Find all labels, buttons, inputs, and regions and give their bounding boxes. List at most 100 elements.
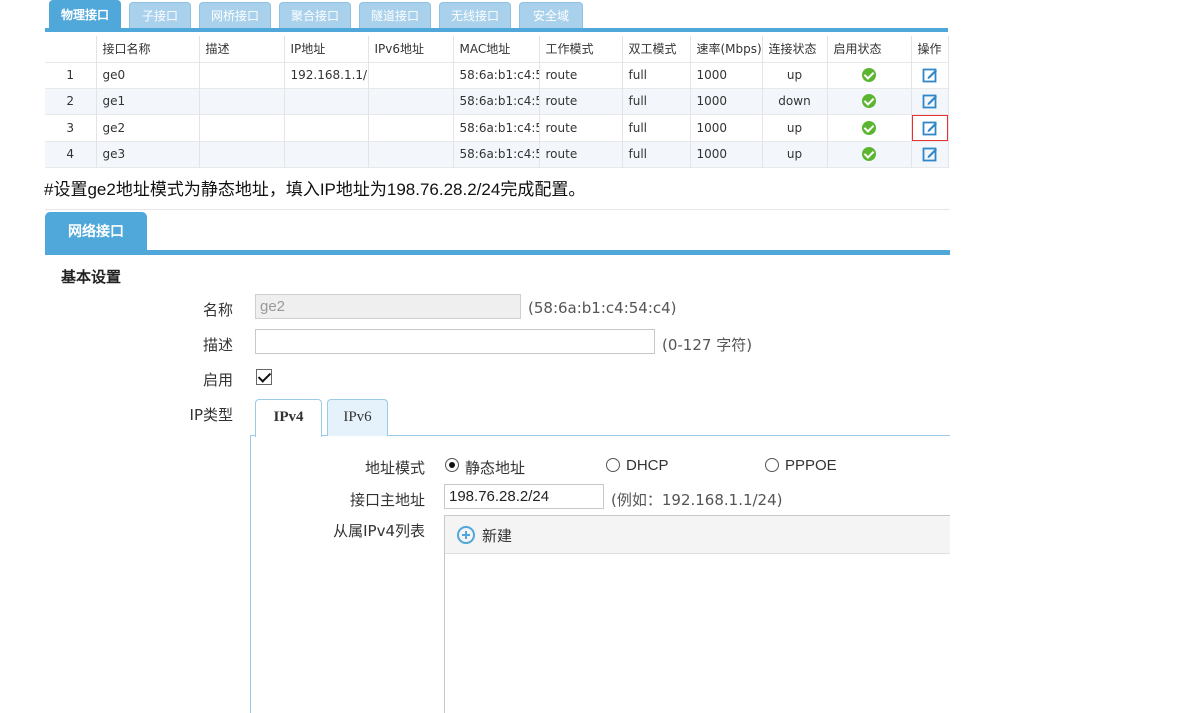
desc-label: 描述 (202, 336, 233, 354)
col-header-name[interactable]: 接口名称 (96, 36, 200, 62)
edit-highlight-box (911, 114, 948, 141)
interface-tabbar: 物理接口 子接口 网桥接口 聚合接口 隧道接口 无线接口 安全域 (45, 0, 948, 32)
mac-hint: (58:6a:b1:c4:54:c4) (528, 299, 677, 317)
tab-network-interface[interactable]: 网络接口 (45, 212, 147, 252)
radio-static[interactable] (445, 458, 459, 472)
row-duplex: full (622, 141, 691, 167)
row-duplex: full (622, 88, 691, 114)
row-ipv6 (368, 88, 454, 114)
edit-icon[interactable] (922, 120, 938, 136)
table-row[interactable]: 2 ge1 58:6a:b1:c4:54 route full 1000 dow… (45, 88, 949, 114)
desc-hint: (0-127 字符) (662, 336, 753, 354)
check-circle-icon (862, 68, 876, 83)
plus-circle-icon[interactable] (457, 526, 475, 544)
row-link: down (762, 88, 828, 114)
row-enabled (827, 114, 912, 141)
col-header-ipv6[interactable]: IPv6地址 (368, 36, 454, 62)
row-enabled (827, 88, 912, 114)
tab-sub-interface[interactable]: 子接口 (129, 2, 191, 28)
row-action (911, 114, 949, 141)
section-title: 基本设置 (61, 268, 122, 286)
primary-addr-field[interactable]: 198.76.28.2/24 (444, 484, 604, 509)
tab-aggregate-interface[interactable]: 聚合接口 (279, 2, 351, 28)
row-link: up (762, 62, 828, 88)
enable-label: 启用 (202, 371, 233, 389)
col-header-action: 操作 (911, 36, 949, 62)
primary-addr-hint: (例如：192.168.1.1/24) (611, 491, 783, 509)
row-enabled (827, 62, 912, 88)
row-name: ge0 (96, 62, 200, 88)
primary-addr-label: 接口主地址 (349, 491, 425, 509)
tab-security-zone[interactable]: 安全域 (519, 2, 583, 28)
tab-physical-interface[interactable]: 物理接口 (49, 0, 121, 28)
row-index: 4 (45, 141, 97, 167)
tab-ipv6[interactable]: IPv6 (327, 399, 388, 436)
iptype-label: IP类型 (189, 406, 233, 424)
secondary-ipv4-list: 新建 (444, 515, 950, 713)
list-toolbar: 新建 (445, 516, 950, 554)
tab-ipv4[interactable]: IPv4 (255, 399, 322, 437)
row-action (911, 88, 949, 114)
table-row[interactable]: 3 ge2 58:6a:b1:c4:54 route full 1000 up (45, 114, 949, 141)
check-circle-icon (862, 94, 876, 109)
new-button[interactable]: 新建 (482, 525, 512, 546)
row-ip: 192.168.1.1/24 (284, 62, 369, 88)
row-mac: 58:6a:b1:c4:54 (453, 114, 540, 141)
col-header-link[interactable]: 连接状态 (762, 36, 828, 62)
col-header-enabled[interactable]: 启用状态 (827, 36, 912, 62)
row-name: ge1 (96, 88, 200, 114)
row-action (911, 141, 949, 167)
table-header-row: 接口名称 描述 IP地址 IPv6地址 MAC地址 工作模式 双工模式 速率(M… (45, 36, 949, 62)
addr-mode-label: 地址模式 (364, 459, 425, 477)
row-desc (199, 62, 285, 88)
edit-icon[interactable] (922, 146, 938, 162)
edit-icon[interactable] (922, 67, 938, 83)
row-link: up (762, 141, 828, 167)
row-index: 1 (45, 62, 97, 88)
row-speed: 1000 (690, 114, 763, 141)
tab-tunnel-interface[interactable]: 隧道接口 (359, 2, 431, 28)
col-header-ip[interactable]: IP地址 (284, 36, 369, 62)
row-desc (199, 141, 285, 167)
col-header-duplex[interactable]: 双工模式 (622, 36, 691, 62)
desc-field[interactable] (255, 329, 655, 354)
row-ipv6 (368, 62, 454, 88)
row-mode: route (539, 62, 623, 88)
row-name: ge2 (96, 114, 200, 141)
row-desc (199, 88, 285, 114)
enable-checkbox[interactable] (256, 369, 272, 385)
row-mac: 58:6a:b1:c4:54 (453, 88, 540, 114)
row-index: 2 (45, 88, 97, 114)
row-ip (284, 141, 369, 167)
radio-pppoe[interactable] (765, 458, 779, 472)
row-link: up (762, 114, 828, 141)
section-tab-strip (45, 209, 950, 255)
row-action (911, 62, 949, 88)
instruction-caption: #设置ge2地址模式为静态地址，填入IP地址为198.76.28.2/24完成配… (44, 180, 586, 199)
row-mode: route (539, 141, 623, 167)
table-row[interactable]: 4 ge3 58:6a:b1:c4:54 route full 1000 up (45, 141, 949, 167)
row-duplex: full (622, 62, 691, 88)
row-ipv6 (368, 141, 454, 167)
row-index: 3 (45, 114, 97, 141)
radio-dhcp-label: DHCP (626, 457, 669, 474)
edit-icon[interactable] (922, 93, 938, 109)
row-speed: 1000 (690, 62, 763, 88)
col-header-speed[interactable]: 速率(Mbps) (690, 36, 763, 62)
secondary-list-label: 从属IPv4列表 (333, 522, 425, 540)
row-mode: route (539, 114, 623, 141)
row-duplex: full (622, 114, 691, 141)
row-ip (284, 88, 369, 114)
row-mode: route (539, 88, 623, 114)
radio-static-label: 静态地址 (465, 459, 526, 477)
name-label: 名称 (202, 301, 233, 319)
radio-dhcp[interactable] (606, 458, 620, 472)
table-row[interactable]: 1 ge0 192.168.1.1/24 58:6a:b1:c4:54 rout… (45, 62, 949, 88)
row-name: ge3 (96, 141, 200, 167)
tab-wireless-interface[interactable]: 无线接口 (439, 2, 511, 28)
col-header-mac[interactable]: MAC地址 (453, 36, 540, 62)
row-mac: 58:6a:b1:c4:54 (453, 141, 540, 167)
col-header-desc[interactable]: 描述 (199, 36, 285, 62)
col-header-mode[interactable]: 工作模式 (539, 36, 623, 62)
tab-bridge-interface[interactable]: 网桥接口 (199, 2, 271, 28)
